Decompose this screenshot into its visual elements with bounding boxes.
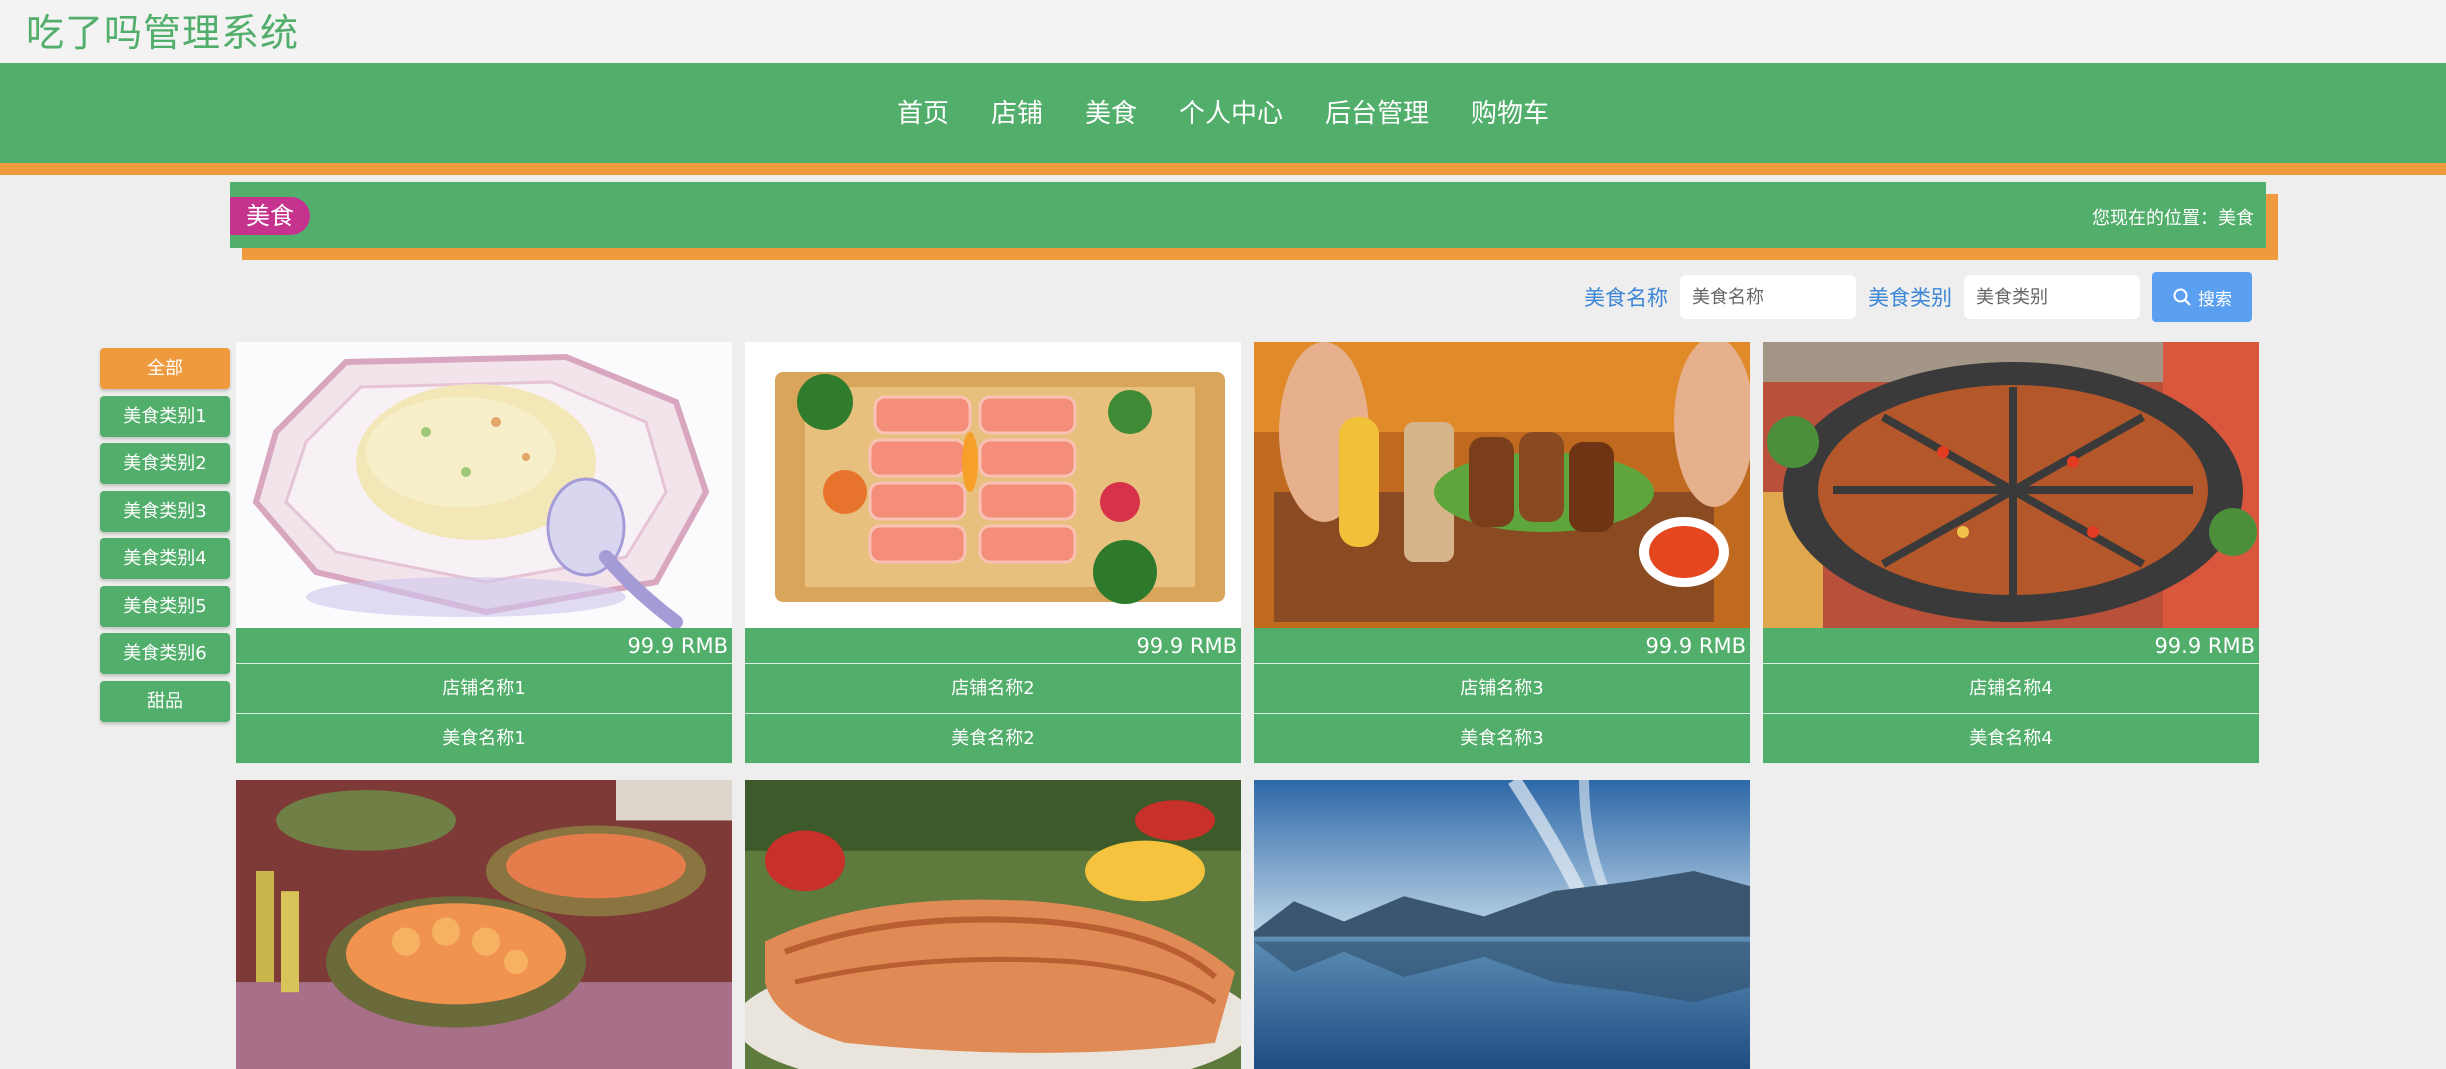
food-price: 99.9 RMB: [236, 628, 732, 664]
food-category-input[interactable]: [1964, 275, 2140, 319]
nav-profile[interactable]: 个人中心: [1179, 93, 1283, 130]
food-name-label: 美食名称: [1584, 286, 1668, 310]
breadcrumb-bar: 美食 您现在的位置：美食: [230, 182, 2266, 248]
category-3[interactable]: 美食类别3: [100, 490, 230, 532]
app-title: 吃了吗管理系统: [26, 11, 300, 55]
food-card[interactable]: [745, 780, 1241, 1069]
food-image-fried-rice[interactable]: [236, 342, 732, 628]
shop-name[interactable]: 店铺名称1: [236, 664, 732, 714]
shop-name[interactable]: 店铺名称3: [1254, 664, 1750, 714]
category-all[interactable]: 全部: [100, 348, 230, 389]
search-icon: [2173, 288, 2191, 306]
food-card[interactable]: 99.9 RMB 店铺名称2 美食名称2: [745, 342, 1241, 764]
search-button[interactable]: 搜索: [2152, 272, 2252, 322]
nav-home[interactable]: 首页: [897, 93, 949, 130]
food-card[interactable]: 99.9 RMB 店铺名称1 美食名称1: [236, 342, 732, 764]
current-location: 您现在的位置：美食: [2092, 208, 2254, 229]
category-5[interactable]: 美食类别5: [100, 585, 230, 627]
food-card[interactable]: [1254, 780, 1750, 1069]
food-image-seafood-buffet[interactable]: [236, 780, 732, 1069]
food-name[interactable]: 美食名称2: [745, 714, 1241, 764]
food-category-label: 美食类别: [1868, 286, 1952, 310]
food-price: 99.9 RMB: [745, 628, 1241, 664]
section-tag: 美食: [230, 197, 310, 235]
shop-name[interactable]: 店铺名称2: [745, 664, 1241, 714]
category-1[interactable]: 美食类别1: [100, 395, 230, 437]
category-dessert[interactable]: 甜品: [100, 680, 230, 722]
food-name-input[interactable]: [1680, 275, 1856, 319]
category-sidebar: 全部 美食类别1 美食类别2 美食类别3 美食类别4 美食类别5 美食类别6 甜…: [100, 348, 230, 728]
food-card[interactable]: 99.9 RMB 店铺名称4 美食名称4: [1763, 342, 2259, 764]
food-price: 99.9 RMB: [1763, 628, 2259, 664]
food-image-lake[interactable]: [1254, 780, 1750, 1069]
top-header: 吃了吗管理系统: [0, 0, 2446, 63]
search-bar: 美食名称 美食类别 搜索: [1584, 272, 2252, 322]
food-image-sashimi[interactable]: [745, 342, 1241, 628]
nav-shops[interactable]: 店铺: [991, 93, 1043, 130]
main-navbar: 首页 店铺 美食 个人中心 后台管理 购物车: [0, 63, 2446, 175]
search-button-label: 搜索: [2198, 289, 2232, 310]
food-name[interactable]: 美食名称1: [236, 714, 732, 764]
food-image-hotpot[interactable]: [1763, 342, 2259, 628]
food-image-salmon[interactable]: [745, 780, 1241, 1069]
food-price: 99.9 RMB: [1254, 628, 1750, 664]
category-4[interactable]: 美食类别4: [100, 538, 230, 579]
food-card[interactable]: 99.9 RMB 店铺名称3 美食名称3: [1254, 342, 1750, 764]
shop-name[interactable]: 店铺名称4: [1763, 664, 2259, 714]
nav-cart[interactable]: 购物车: [1471, 93, 1549, 130]
food-name[interactable]: 美食名称4: [1763, 714, 2259, 764]
category-2[interactable]: 美食类别2: [100, 443, 230, 484]
food-image-skewers[interactable]: [1254, 342, 1750, 628]
nav-food[interactable]: 美食: [1085, 93, 1137, 130]
category-6[interactable]: 美食类别6: [100, 633, 230, 674]
food-name[interactable]: 美食名称3: [1254, 714, 1750, 764]
breadcrumb: 美食 您现在的位置：美食: [230, 182, 2278, 260]
food-card[interactable]: [236, 780, 732, 1069]
nav-admin[interactable]: 后台管理: [1325, 93, 1429, 130]
